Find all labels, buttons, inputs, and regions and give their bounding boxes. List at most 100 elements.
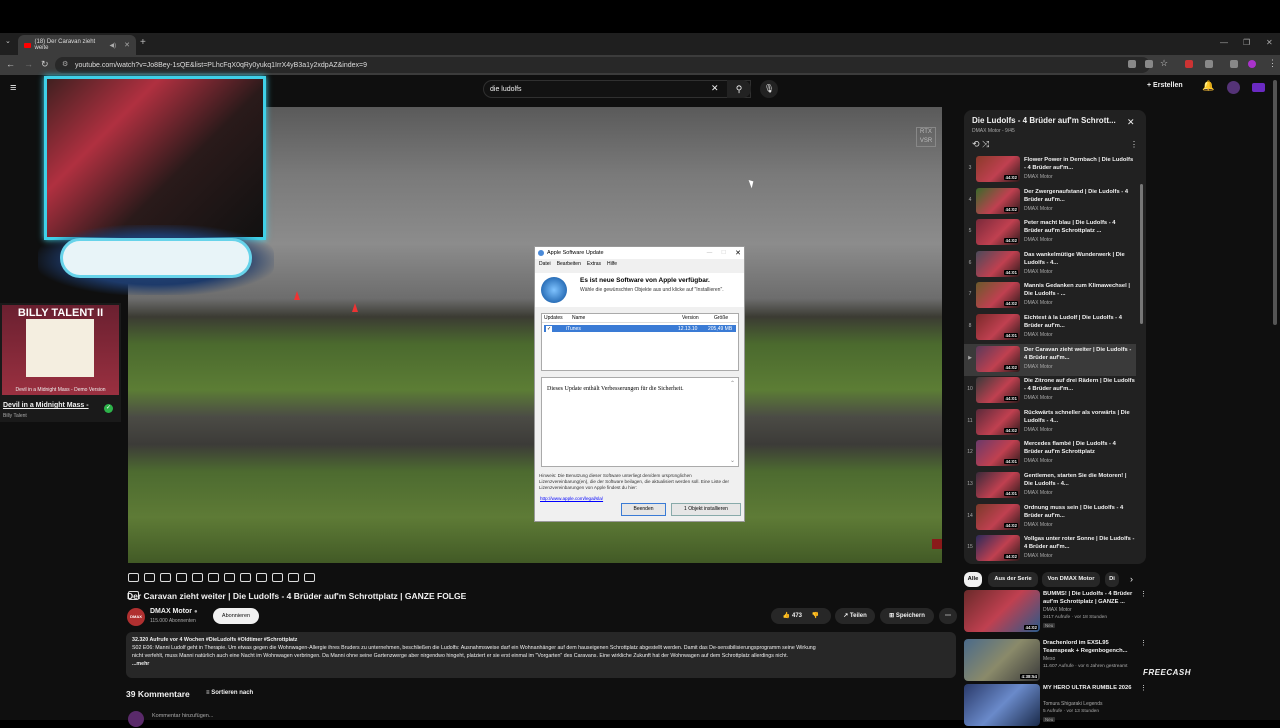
- new-tab-icon[interactable]: +: [140, 37, 146, 48]
- install-button[interactable]: 1 Objekt installieren: [671, 503, 741, 516]
- playlist-menu-icon[interactable]: ⋮: [1130, 140, 1138, 149]
- license-link[interactable]: http://www.apple.com/legal/sla/: [540, 496, 603, 501]
- playlist-item[interactable]: 3 44:02 Flower Power in Dernbach | Die Lud…: [964, 154, 1136, 186]
- account-avatar[interactable]: [1227, 81, 1240, 94]
- playlist-item-thumbnail[interactable]: 44:01: [976, 440, 1020, 467]
- share-button[interactable]: ↗ Teilen: [835, 608, 875, 624]
- hamburger-menu-icon[interactable]: ≡: [10, 82, 16, 94]
- playlist-item-title[interactable]: Peter macht blau | Die Ludolfs - 4 Brüde…: [1024, 219, 1136, 235]
- quit-button[interactable]: Beenden: [621, 503, 666, 516]
- playlist-item-title[interactable]: Mercedes flambé | Die Ludolfs - 4 Brüder…: [1024, 440, 1136, 456]
- browser-menu-icon[interactable]: ⋮: [1268, 58, 1277, 69]
- playlist-item-thumbnail[interactable]: 44:02: [976, 219, 1020, 246]
- window-close-icon[interactable]: ✕: [1266, 38, 1273, 47]
- recommendation-item[interactable]: 4:38:54 Drachenlord im EXSL95 Teamspeak +…: [964, 639, 1147, 683]
- update-checkbox[interactable]: ✓: [546, 325, 552, 332]
- playlist-item-thumbnail[interactable]: 44:01: [976, 250, 1020, 277]
- scroll-down-icon[interactable]: ⌄: [730, 457, 735, 464]
- voice-search-button[interactable]: 🎙: [760, 80, 778, 98]
- playlist-item-title[interactable]: Der Caravan zieht weiter | Die Ludolfs -…: [1024, 346, 1136, 362]
- playlist-item-thumbnail[interactable]: 44:02: [976, 535, 1020, 562]
- resize-icon[interactable]: [224, 573, 235, 582]
- playlist-item[interactable]: 5 44:02 Peter macht blau | Die Ludolfs - 4…: [964, 217, 1136, 249]
- playlist-item-thumbnail[interactable]: 44:01: [976, 314, 1020, 340]
- cast-icon[interactable]: [1128, 60, 1136, 68]
- add-comment-input[interactable]: Kommentar hinzufügen...: [152, 713, 213, 719]
- back-icon[interactable]: ←: [6, 59, 15, 69]
- recommendation-menu-icon[interactable]: ⋮: [1140, 590, 1147, 598]
- recommendation-channel[interactable]: DMAX Motor: [1043, 607, 1072, 613]
- recommendation-title[interactable]: BUMMS! | Die Ludolfs - 4 Brüder auf'm Sc…: [1043, 590, 1137, 606]
- playlist-item[interactable]: 4 44:02 Der Zwergenaufstand | Die Ludolfs …: [964, 186, 1136, 218]
- minimize-icon[interactable]: —: [1220, 38, 1228, 47]
- extensions-puzzle-icon[interactable]: [1205, 60, 1213, 68]
- chips-next-icon[interactable]: ›: [1130, 574, 1133, 584]
- playlist-item[interactable]: 13 44:01 Gentlemen, starten Sie die Motore…: [964, 470, 1136, 502]
- playlist-item-thumbnail[interactable]: 44:02: [976, 282, 1020, 309]
- subscribe-button[interactable]: Abonnieren: [213, 608, 259, 624]
- filter-icon[interactable]: [176, 573, 187, 582]
- like-button[interactable]: 👍 473: [783, 613, 802, 619]
- dialog-maximize-icon[interactable]: ☐: [721, 250, 726, 256]
- search-button[interactable]: ⚲: [727, 80, 751, 98]
- playlist-item-title[interactable]: Das wankelmütige Wunderwerk | Die Ludolf…: [1024, 251, 1136, 267]
- loop-icon[interactable]: [128, 573, 139, 582]
- menu-datei[interactable]: Datei: [539, 261, 551, 267]
- clear-search-icon[interactable]: ✕: [711, 83, 719, 94]
- reload-icon[interactable]: ↻: [41, 59, 49, 70]
- popup-icon[interactable]: [272, 573, 283, 582]
- playlist-item-thumbnail[interactable]: 44:02: [976, 187, 1020, 214]
- bookmark-star-icon[interactable]: ☆: [1160, 58, 1168, 69]
- chip-all[interactable]: Alle: [964, 572, 982, 587]
- dialog-minimize-icon[interactable]: —: [707, 250, 713, 256]
- recommendation-menu-icon[interactable]: ⋮: [1140, 639, 1147, 647]
- create-button[interactable]: + Erstellen: [1147, 82, 1183, 89]
- tab-list-icon[interactable]: ⌄: [5, 37, 11, 45]
- playlist-close-icon[interactable]: ✕: [1127, 117, 1135, 128]
- recommendation-channel[interactable]: Tomura Shigaraki Legends: [1043, 701, 1102, 707]
- playlist-item[interactable]: ▶ 44:02 Der Caravan zieht weiter | Die Lud…: [964, 343, 1136, 376]
- recommendation-item[interactable]: 44:02 BUMMS! | Die Ludolfs - 4 Brüder auf…: [964, 590, 1147, 634]
- notifications-bell-icon[interactable]: 🔔: [1202, 81, 1214, 92]
- zoom-icon[interactable]: [1145, 60, 1153, 68]
- playlist-title[interactable]: Die Ludolfs - 4 Brüder auf'm Schrott...: [972, 116, 1116, 125]
- pip-icon[interactable]: [208, 573, 219, 582]
- playlist-item-title[interactable]: Gentlemen, starten Sie die Motoren! | Di…: [1024, 472, 1136, 488]
- scroll-up-icon[interactable]: ⌃: [730, 380, 735, 387]
- playlist-item-title[interactable]: Vollgas unter roter Sonne | Die Ludolfs …: [1024, 535, 1136, 551]
- site-info-icon[interactable]: ⚙: [62, 60, 68, 68]
- playlist-item[interactable]: 14 44:02 Ordnung muss sein | Die Ludolfs -…: [964, 502, 1136, 534]
- playlist-item-title[interactable]: Rückwärts schneller als vorwärts | Die L…: [1024, 409, 1136, 425]
- loop-playlist-icon[interactable]: ⟲: [972, 139, 980, 149]
- extension-red-icon[interactable]: [1185, 60, 1193, 68]
- profile-avatar[interactable]: [1248, 60, 1256, 68]
- playlist-item-thumbnail[interactable]: 44:01: [976, 472, 1020, 498]
- recommendation-menu-icon[interactable]: ⋮: [1140, 684, 1147, 692]
- playlist-item[interactable]: 8 44:01 Eichtest à la Ludolf | Die Ludolfs…: [964, 312, 1136, 344]
- recommendation-channel[interactable]: Meso: [1043, 656, 1055, 662]
- speedometer-icon[interactable]: [240, 573, 251, 582]
- playlist-item-thumbnail[interactable]: 44:02: [976, 345, 1020, 372]
- maximize-icon[interactable]: ❐: [1243, 38, 1250, 47]
- song-title[interactable]: Devil in a Midnight Mass -: [3, 402, 89, 409]
- speed-icon[interactable]: [144, 573, 155, 582]
- tab-close-icon[interactable]: ✕: [124, 41, 130, 49]
- recommendation-thumbnail[interactable]: 4:38:54: [964, 639, 1040, 681]
- playlist-item[interactable]: 15 44:02 Vollgas unter roter Sonne | Die L…: [964, 533, 1136, 564]
- audio-boost-icon[interactable]: [160, 573, 171, 582]
- playlist-item[interactable]: 6 44:01 Das wankelmütige Wunderwerk | Die …: [964, 249, 1136, 281]
- playlist-scrollbar[interactable]: [1140, 184, 1143, 324]
- playlist-item-thumbnail[interactable]: 44:02: [976, 408, 1020, 435]
- playlist-item-title[interactable]: Mannis Gedanken zum Klimawechsel | Die L…: [1024, 282, 1136, 298]
- screenshot-icon[interactable]: [288, 573, 299, 582]
- dislike-button[interactable]: 👎: [812, 613, 819, 619]
- playlist-item-title[interactable]: Der Zwergenaufstand | Die Ludolfs - 4 Br…: [1024, 188, 1136, 204]
- recommendation-thumbnail[interactable]: 44:02: [964, 590, 1040, 632]
- recommendation-title[interactable]: Drachenlord im EXSL95 Teamspeak + Regenb…: [1043, 639, 1137, 655]
- browser-tab[interactable]: (18) Der Caravan zieht weite ◀) ✕: [18, 35, 136, 55]
- playlist-item-title[interactable]: Eichtest à la Ludolf | Die Ludolfs - 4 B…: [1024, 314, 1136, 330]
- playlist-item[interactable]: 11 44:02 Rückwärts schneller als vorwärts …: [964, 407, 1136, 439]
- dialog-close-icon[interactable]: ✕: [735, 249, 741, 257]
- playlist-item-thumbnail[interactable]: 44:01: [976, 377, 1020, 404]
- channel-avatar[interactable]: DMAX: [127, 608, 145, 626]
